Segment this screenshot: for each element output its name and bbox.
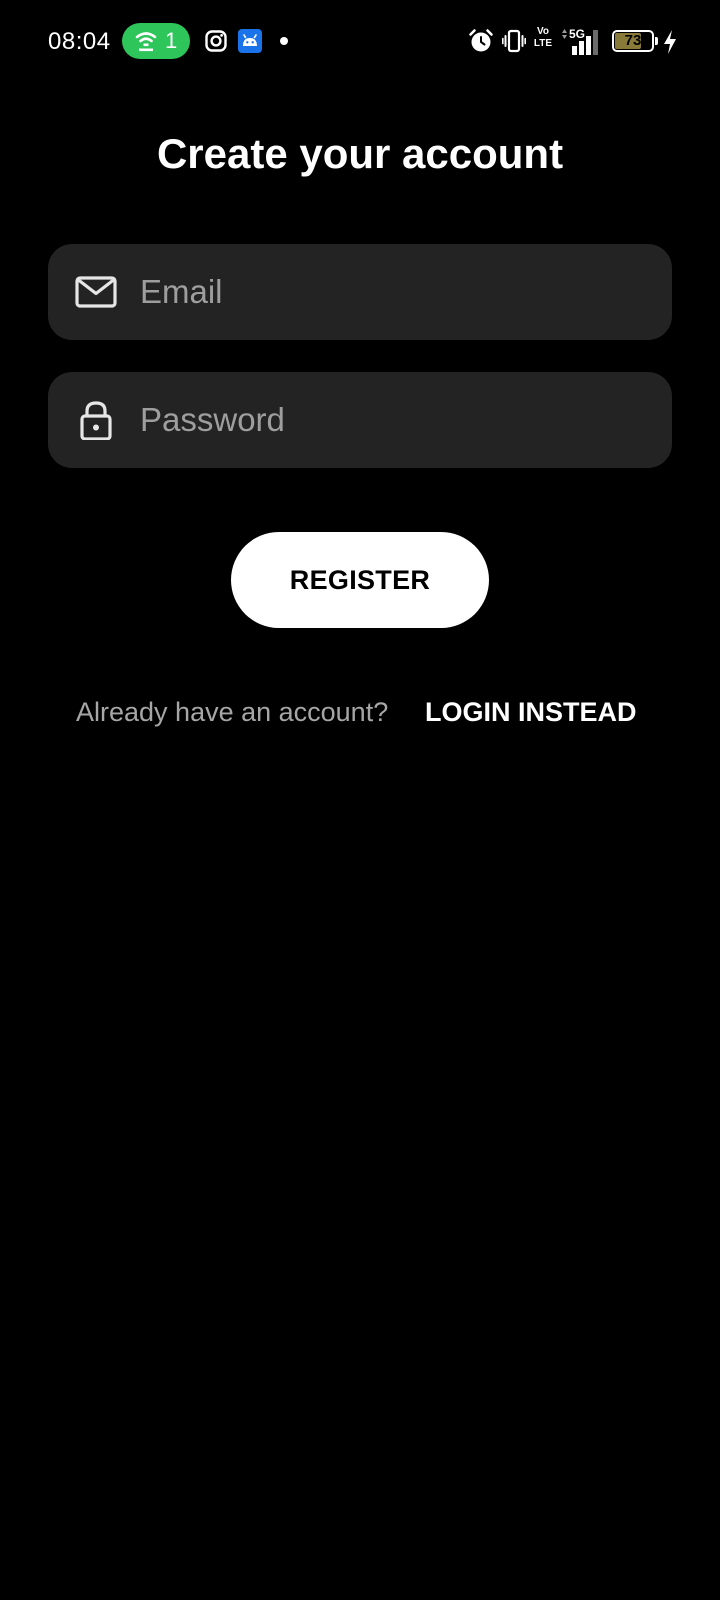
mail-icon bbox=[75, 276, 117, 308]
login-row: Already have an account? LOGIN INSTEAD bbox=[0, 694, 720, 730]
wifi-hotspot-icon bbox=[135, 32, 157, 52]
signal-5g-icon: 5G bbox=[562, 27, 598, 55]
page-title: Create your account bbox=[156, 130, 564, 177]
status-bar: 08:04 1 Vo LTE 5G 73 bbox=[0, 0, 720, 84]
status-time: 08:04 bbox=[48, 28, 111, 55]
password-input[interactable] bbox=[140, 372, 650, 468]
volte-label-bottom: LTE bbox=[533, 38, 553, 49]
volte-icon: Vo LTE bbox=[533, 26, 553, 56]
email-field[interactable] bbox=[48, 244, 672, 340]
hotspot-indicator[interactable]: 1 bbox=[122, 23, 190, 59]
login-prompt: Already have an account? bbox=[76, 697, 389, 727]
vibrate-icon bbox=[502, 29, 526, 53]
network-label: 5G bbox=[569, 27, 585, 41]
login-instead-link[interactable]: LOGIN INSTEAD bbox=[425, 694, 637, 730]
volte-label-top: Vo bbox=[536, 26, 550, 37]
android-app-icon bbox=[238, 29, 262, 53]
hotspot-count: 1 bbox=[165, 28, 178, 53]
password-field[interactable] bbox=[48, 372, 672, 468]
email-input[interactable] bbox=[140, 244, 650, 340]
battery-nub bbox=[655, 37, 658, 45]
register-button[interactable]: REGISTER bbox=[231, 532, 489, 628]
more-notifications-dot bbox=[280, 37, 288, 45]
charging-icon bbox=[664, 30, 676, 54]
battery-percent: 73 bbox=[624, 32, 642, 49]
alarm-icon bbox=[469, 29, 493, 52]
instagram-icon bbox=[205, 30, 227, 52]
lock-icon bbox=[80, 401, 112, 440]
battery-icon: 73 bbox=[612, 30, 658, 52]
